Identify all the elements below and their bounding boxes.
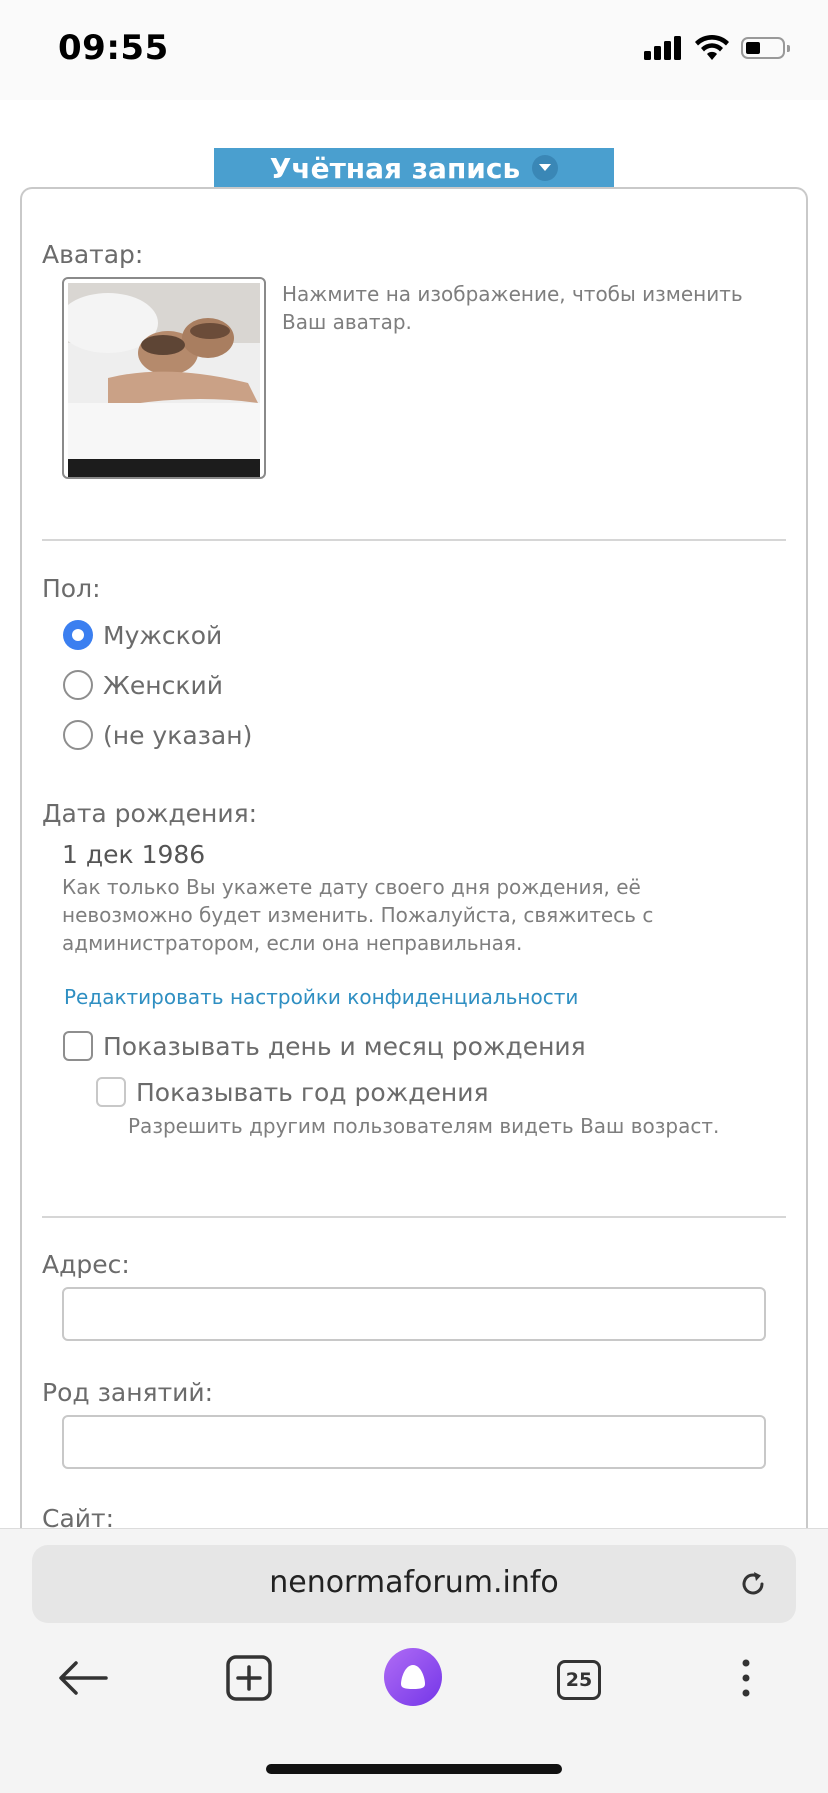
new-tab-icon[interactable] xyxy=(225,1643,273,1713)
reload-icon[interactable] xyxy=(736,1567,770,1601)
show-day-month-option[interactable]: Показывать день и месяц рождения xyxy=(63,1031,586,1061)
signal-icon xyxy=(644,34,684,60)
avatar-image[interactable] xyxy=(62,277,266,479)
show-day-month-checkbox[interactable] xyxy=(63,1031,93,1061)
avatar-hint: Нажмите на изображение, чтобы изменить В… xyxy=(282,282,743,334)
address-label: Адрес: xyxy=(42,1250,130,1279)
gender-option-female[interactable]: Женский xyxy=(63,670,223,700)
url-text: nenormaforum.info xyxy=(269,1565,559,1600)
status-icons xyxy=(644,34,794,64)
show-year-option[interactable]: Показывать год рождения xyxy=(96,1077,489,1107)
tabs-counter-button[interactable]: 25 xyxy=(557,1660,601,1700)
divider xyxy=(42,1216,786,1218)
show-year-hint: Разрешить другим пользователям видеть Ва… xyxy=(128,1114,720,1138)
gender-option-male[interactable]: Мужской xyxy=(63,620,222,650)
radio-male-label: Мужской xyxy=(103,620,223,650)
occupation-input[interactable] xyxy=(62,1415,766,1469)
avatar-label: Аватар: xyxy=(42,240,144,269)
wifi-icon xyxy=(695,34,729,60)
alice-assistant-icon xyxy=(401,1665,425,1689)
divider xyxy=(42,539,786,541)
home-indicator[interactable] xyxy=(266,1764,562,1774)
radio-male[interactable] xyxy=(63,620,93,650)
address-input[interactable] xyxy=(62,1287,766,1341)
birthday-hint: Как только Вы укажете дату своего дня ро… xyxy=(62,875,654,955)
radio-unspecified[interactable] xyxy=(63,720,93,750)
privacy-settings-link[interactable]: Редактировать настройки конфиденциальнос… xyxy=(64,985,578,1009)
assistant-button[interactable] xyxy=(384,1648,442,1706)
tabs-count: 25 xyxy=(565,1669,593,1691)
battery-icon xyxy=(741,37,790,59)
section-title: Учётная запись xyxy=(269,151,521,185)
address-bar[interactable]: nenormaforum.info xyxy=(32,1545,796,1623)
chevron-down-icon[interactable] xyxy=(532,155,559,181)
radio-female[interactable] xyxy=(63,670,93,700)
back-arrow-icon[interactable] xyxy=(56,1643,110,1713)
occupation-label: Род занятий: xyxy=(42,1378,214,1407)
section-header-account[interactable]: Учётная запись xyxy=(214,148,614,188)
radio-unspecified-label: (не указан) xyxy=(103,720,253,750)
more-menu-icon[interactable] xyxy=(732,1643,760,1713)
browser-toolbar: nenormaforum.info 25 xyxy=(0,1528,828,1793)
show-year-label: Показывать год рождения xyxy=(136,1077,489,1107)
birthday-value: 1 дек 1986 xyxy=(62,840,206,869)
birthday-label: Дата рождения: xyxy=(42,799,258,828)
show-day-month-label: Показывать день и месяц рождения xyxy=(103,1031,586,1061)
status-time: 09:55 xyxy=(58,28,169,68)
gender-label: Пол: xyxy=(42,574,101,603)
status-bar: 09:55 xyxy=(0,0,828,100)
gender-option-unspecified[interactable]: (не указан) xyxy=(63,720,252,750)
radio-female-label: Женский xyxy=(103,670,223,700)
show-year-checkbox[interactable] xyxy=(96,1077,126,1107)
